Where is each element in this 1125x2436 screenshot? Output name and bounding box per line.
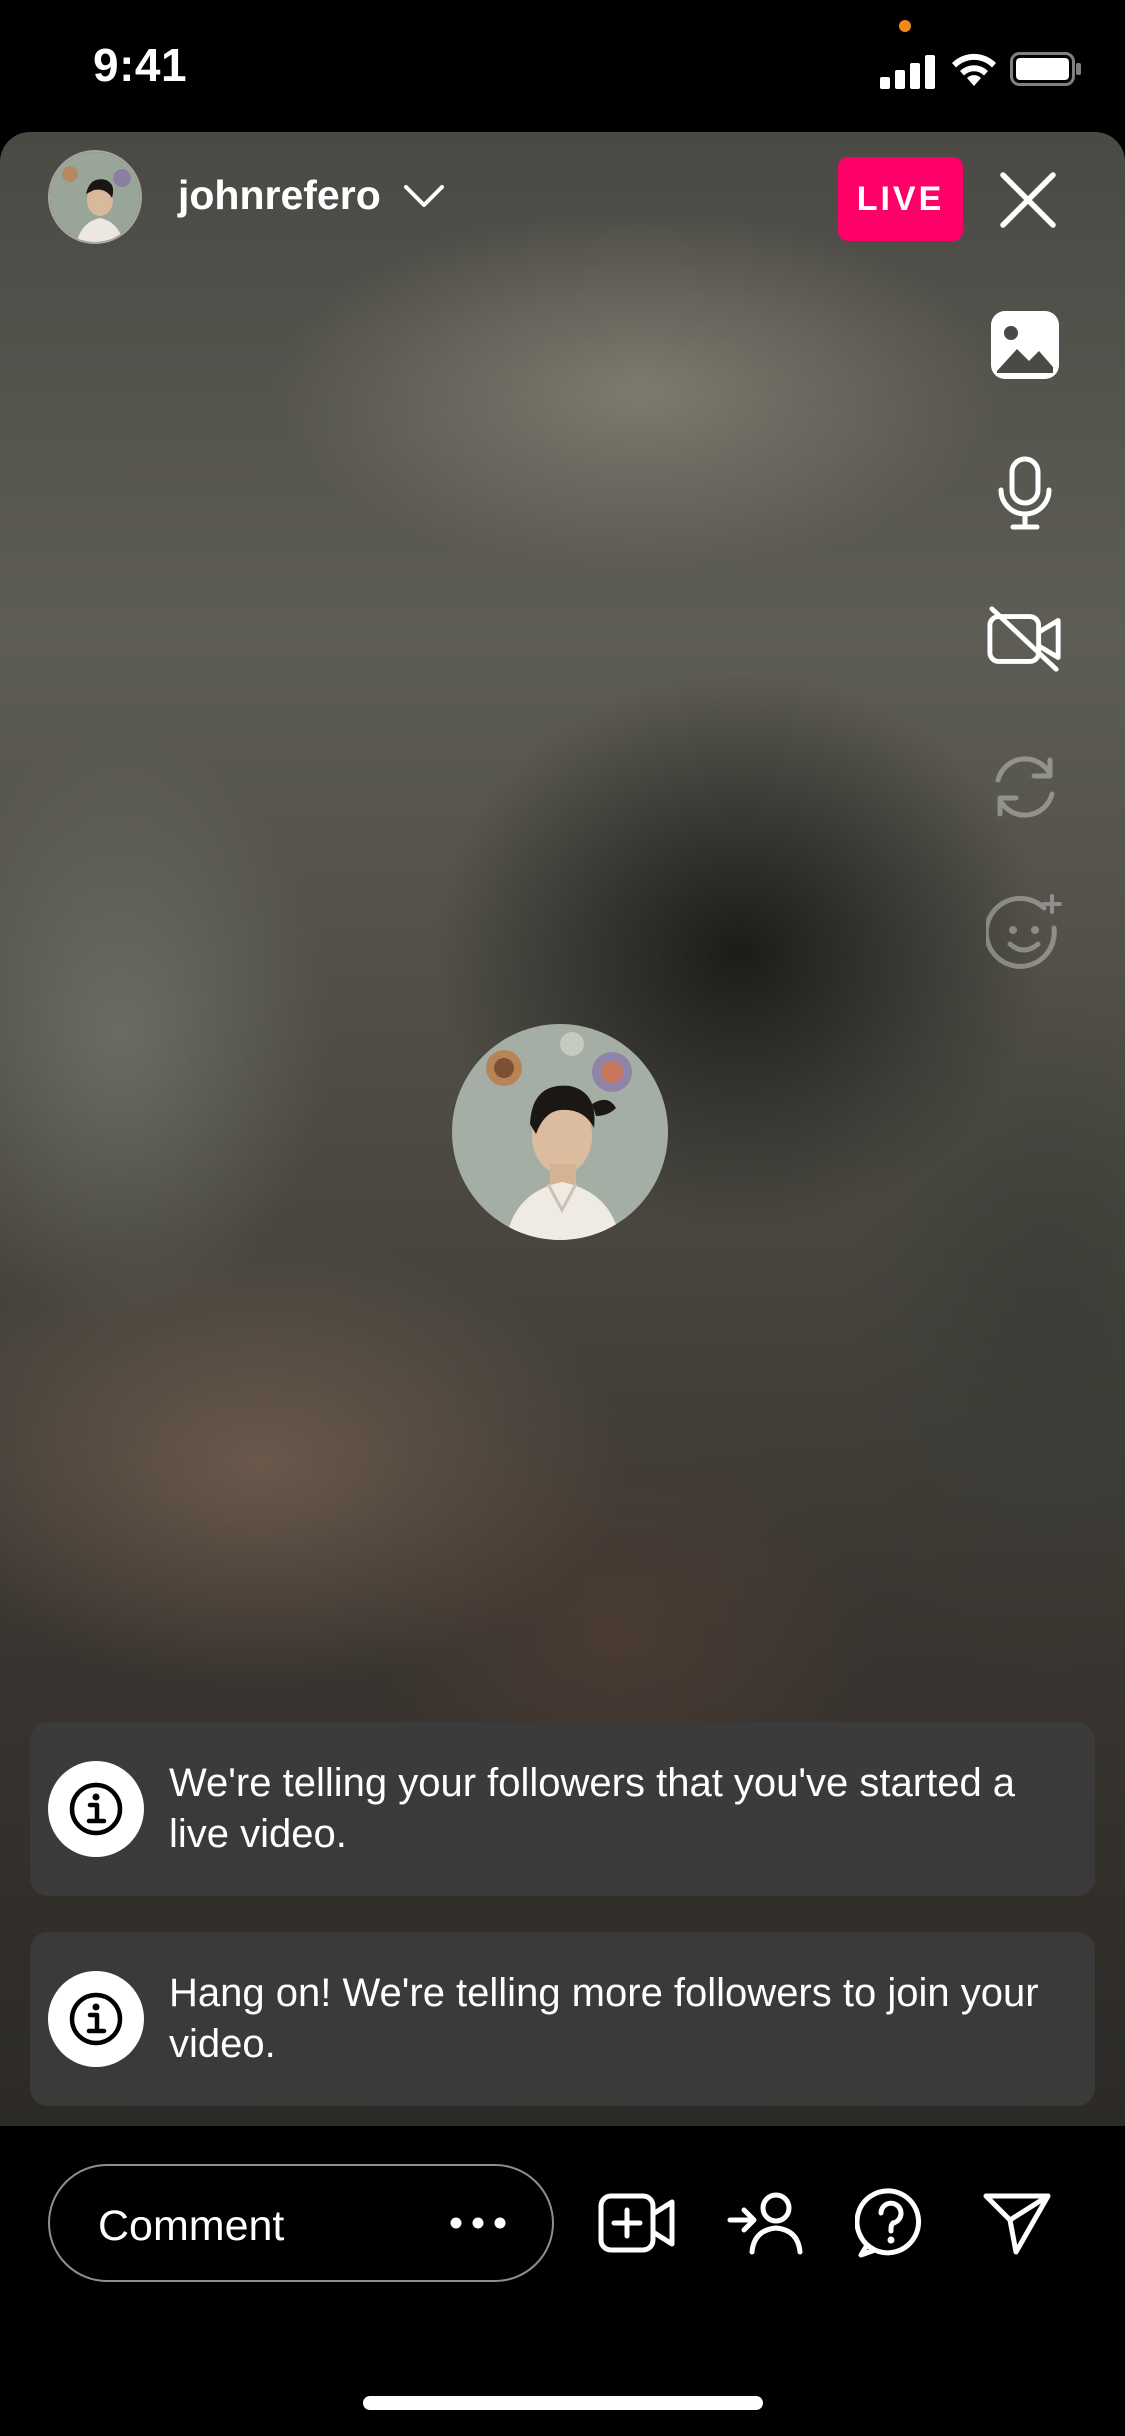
comment-placeholder: Comment [98,2202,285,2250]
info-icon [69,1992,123,2046]
live-badge: LIVE [838,157,963,241]
chevron-down-icon [403,184,444,207]
notice-text: We're telling your followers that you've… [169,1761,1016,1856]
camera-toggle-button[interactable] [986,600,1064,678]
add-video-guest-button[interactable] [592,2178,682,2268]
live-video-stage: johnrefero LIVE We're telling your follo… [0,132,1125,2126]
image-icon [991,311,1059,379]
more-dot [450,2217,462,2229]
cellular-signal-icon [880,55,935,89]
privacy-indicator-dot [899,20,911,32]
more-dot [472,2217,484,2229]
battery-icon [1010,52,1081,86]
more-options-icon[interactable] [448,2208,508,2238]
effects-button[interactable] [986,894,1064,972]
questions-button[interactable] [846,2178,936,2268]
home-indicator [363,2396,763,2410]
notice-icon-wrapper [48,1761,144,1857]
account-switcher-button[interactable]: johnrefero [178,172,445,219]
flip-camera-button[interactable] [986,748,1064,826]
microphone-button[interactable] [986,454,1064,532]
notice-icon-wrapper [48,1971,144,2067]
bottom-action-bar: Comment [0,2126,1125,2436]
question-bubble-icon [855,2188,922,2258]
status-time: 9:41 [93,39,188,91]
microphone-icon [998,456,1052,530]
live-notice-card: Hang on! We're telling more followers to… [30,1932,1095,2106]
video-off-icon [987,606,1061,672]
request-to-join-button[interactable] [720,2178,810,2268]
comment-input[interactable]: Comment [48,2164,554,2282]
more-dot [494,2217,506,2229]
send-icon [983,2193,1051,2255]
status-bar: 9:41 [0,0,1125,132]
host-avatar[interactable] [48,150,142,244]
wifi-icon [952,53,996,86]
notice-text: Hang on! We're telling more followers to… [169,1971,1039,2066]
broadcaster-avatar [452,1024,668,1240]
close-icon[interactable] [998,170,1058,230]
add-guest-icon [727,2192,803,2255]
share-button[interactable] [972,2178,1062,2268]
info-icon [69,1782,123,1836]
flip-camera-icon [995,756,1055,818]
add-image-button[interactable] [986,306,1064,384]
face-effects-icon [986,894,1062,969]
username-label: johnrefero [178,172,381,218]
live-notice-card: We're telling your followers that you've… [30,1722,1095,1896]
add-video-icon [598,2193,675,2253]
